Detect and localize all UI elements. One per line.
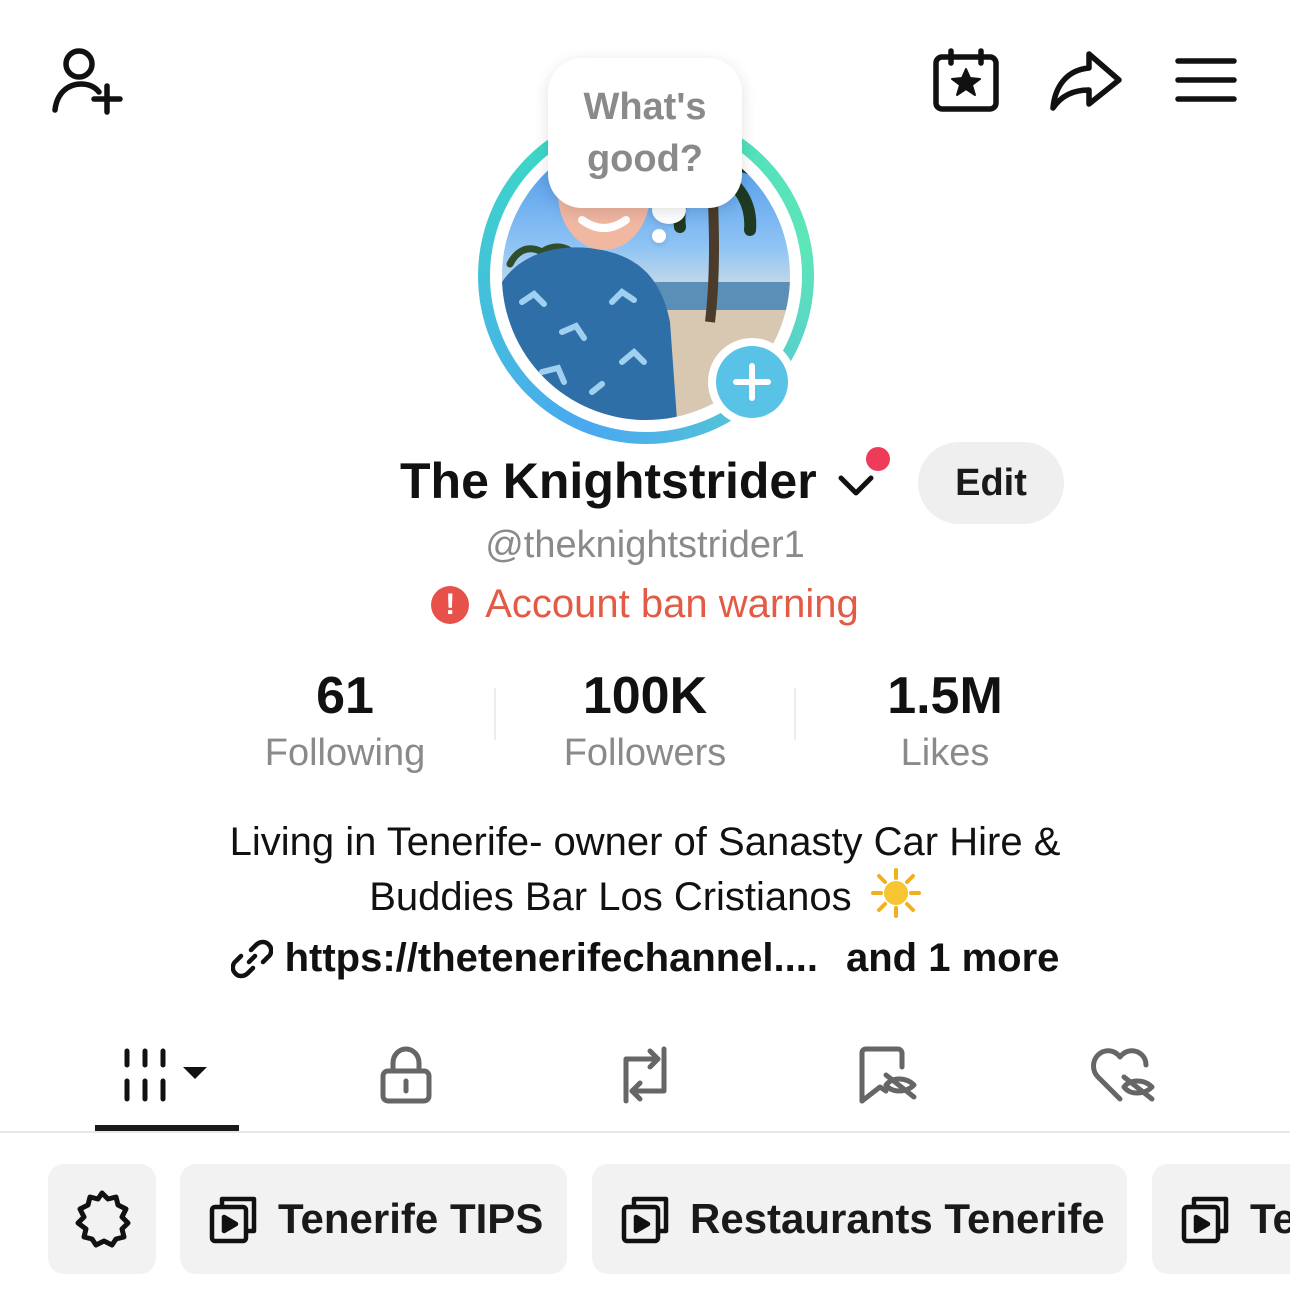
status-note-bubble[interactable]: What's good?	[548, 58, 742, 208]
sun-emoji	[870, 868, 921, 931]
warning-icon: !	[431, 585, 470, 624]
edit-profile-button[interactable]: Edit	[918, 442, 1064, 524]
stat-likes[interactable]: 1.5M Likes	[795, 666, 1095, 780]
add-story-circle	[716, 346, 788, 418]
account-ban-warning[interactable]: ! Account ban warning	[0, 582, 1290, 627]
display-name[interactable]: The Knightstrider	[400, 452, 875, 510]
stat-following[interactable]: 61 Following	[195, 666, 495, 780]
bubble-tail-small	[652, 229, 666, 243]
followers-label: Followers	[563, 732, 727, 774]
tabs-divider	[0, 1131, 1290, 1133]
bio-line-2: Buddies Bar Los Cristianos	[0, 868, 1290, 931]
likes-label: Likes	[900, 732, 990, 774]
tab-favorites[interactable]	[813, 1030, 963, 1120]
menu-button[interactable]	[1166, 40, 1246, 120]
followers-count: 100K	[582, 667, 708, 725]
following-label: Following	[264, 732, 426, 774]
calendar-star-icon	[933, 48, 999, 112]
bio: Living in Tenerife- owner of Sanasty Car…	[0, 816, 1290, 931]
bio-line-2-text: Buddies Bar Los Cristianos	[369, 875, 852, 920]
tab-reposts[interactable]	[570, 1030, 720, 1120]
plus-icon	[733, 363, 771, 401]
bio-line-1: Living in Tenerife- owner of Sanasty Car…	[229, 820, 1061, 864]
add-story-button[interactable]	[708, 338, 796, 426]
repost-icon	[623, 1046, 667, 1104]
calendar-button[interactable]	[926, 40, 1006, 120]
liked-hidden-icon	[1091, 1048, 1155, 1102]
likes-count: 1.5M	[887, 667, 1003, 725]
playlist-title: Te	[1250, 1195, 1290, 1242]
playlist-item[interactable]: Te	[1152, 1164, 1290, 1274]
warning-text: Account ban warning	[485, 582, 859, 626]
hamburger-menu-icon	[1175, 58, 1237, 102]
favorites-hidden-icon	[859, 1046, 917, 1104]
playlist-item[interactable]: Tenerife TIPS	[180, 1164, 567, 1274]
share-button[interactable]	[1044, 40, 1128, 120]
share-arrow-icon	[1050, 51, 1122, 111]
notification-dot	[866, 447, 890, 471]
playlist-icon	[1181, 1196, 1229, 1244]
display-name-text: The Knightstrider	[400, 453, 817, 509]
playlist-icon	[209, 1196, 257, 1244]
add-friend-button[interactable]	[40, 40, 130, 120]
more-links[interactable]: and 1 more	[846, 936, 1059, 981]
playlist-title: Tenerife TIPS	[278, 1195, 544, 1242]
playlist-title: Restaurants Tenerife	[690, 1195, 1105, 1242]
bio-link-row[interactable]: https://thetenerifechannel.... and 1 mor…	[0, 936, 1290, 981]
bio-link[interactable]: https://thetenerifechannel....	[285, 936, 818, 981]
playlist-icon	[621, 1196, 669, 1244]
playlist-settings-button[interactable]	[48, 1164, 156, 1274]
link-icon	[230, 939, 273, 978]
person-plus-icon	[52, 48, 123, 115]
stat-followers[interactable]: 100K Followers	[495, 666, 795, 780]
playlist-item[interactable]: Restaurants Tenerife	[592, 1164, 1127, 1274]
following-count: 61	[316, 667, 374, 725]
lock-icon	[380, 1046, 432, 1104]
tab-liked[interactable]	[1050, 1030, 1200, 1120]
gear-icon	[75, 1190, 131, 1248]
tab-videos[interactable]	[92, 1030, 242, 1120]
username: @theknightstrider1	[485, 524, 805, 566]
chevron-down-icon	[838, 475, 874, 496]
tab-private[interactable]	[331, 1030, 481, 1120]
videos-grid-icon	[124, 1048, 207, 1102]
